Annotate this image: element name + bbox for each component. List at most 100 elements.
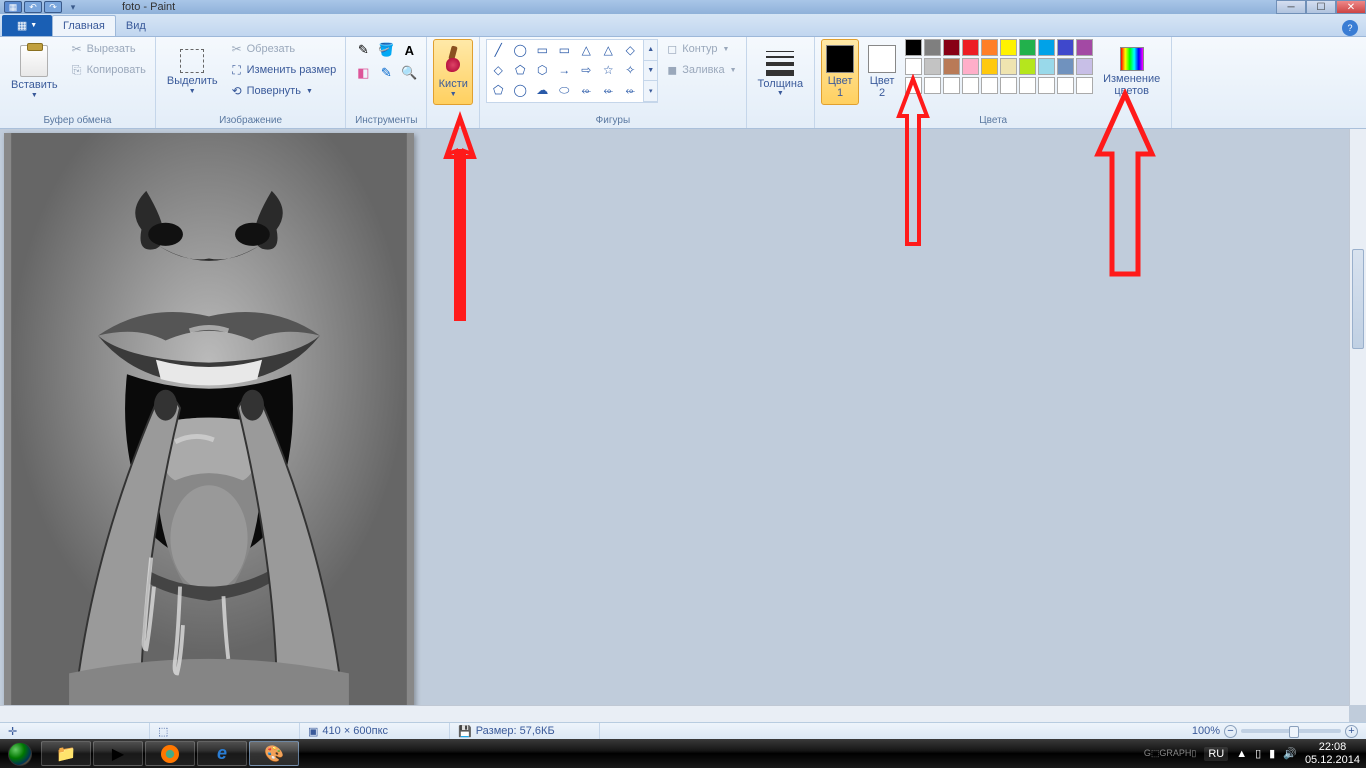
maximize-button[interactable]: ☐ [1306,0,1336,14]
qat-save-icon[interactable]: ▦ [4,1,22,13]
select-button[interactable]: Выделить ▼ [162,39,223,105]
zoom-slider[interactable] [1241,729,1341,733]
color-swatch[interactable] [1038,58,1055,75]
shape-item[interactable]: ◯ [511,82,529,98]
shape-item[interactable]: ✧ [621,62,639,78]
shapes-scroll[interactable]: ▲▼▾ [644,39,658,103]
shape-item[interactable]: ⬠ [511,62,529,78]
taskbar-mediaplayer[interactable]: ▶ [93,741,143,766]
shape-item[interactable]: △ [599,42,617,58]
color-swatch[interactable] [943,39,960,56]
taskbar-firefox[interactable] [145,741,195,766]
color-swatch[interactable] [1038,39,1055,56]
copy-button[interactable]: ⎘Копировать [67,60,149,80]
crop-button[interactable]: ✂Обрезать [227,39,340,59]
text-tool[interactable]: A [398,39,420,61]
outline-button[interactable]: ◻Контур▼ [662,39,739,59]
resize-button[interactable]: ⛶Изменить размер [227,60,340,80]
color-swatch[interactable] [943,58,960,75]
size-button[interactable]: Толщина ▼ [753,39,809,105]
color-swatch[interactable] [981,77,998,94]
taskbar-ie[interactable]: e [197,741,247,766]
canvas[interactable] [4,133,414,712]
shape-item[interactable]: ⬰ [599,82,617,98]
color-swatch[interactable] [1076,77,1093,94]
brushes-button[interactable]: Кисти ▼ [433,39,473,105]
help-button[interactable]: ? [1342,20,1358,36]
picker-tool[interactable]: ✎ [375,62,397,84]
color-swatch[interactable] [1057,77,1074,94]
tray-battery-icon[interactable]: ▮ [1269,747,1275,760]
color1-button[interactable]: Цвет 1 [821,39,859,105]
color-swatch[interactable] [1057,58,1074,75]
shape-item[interactable]: ▭ [555,42,573,58]
language-indicator[interactable]: RU [1204,747,1228,761]
minimize-button[interactable]: ─ [1276,0,1306,14]
color-swatch[interactable] [943,77,960,94]
close-button[interactable]: ✕ [1336,0,1366,14]
color-swatch[interactable] [924,77,941,94]
color-swatch[interactable] [1019,39,1036,56]
start-button[interactable] [0,739,40,768]
color-swatch[interactable] [1076,58,1093,75]
taskbar-paint[interactable]: 🎨 [249,741,299,766]
vertical-scrollbar[interactable] [1349,129,1366,705]
shapes-gallery[interactable]: ╱◯▭▭△△◇◇⬠⬡→⇨☆✧⬠◯☁⬭⬰⬰⬰ [486,39,644,103]
color-swatch[interactable] [905,58,922,75]
fill-button[interactable]: ◼Заливка▼ [662,60,739,80]
color-swatch[interactable] [1019,58,1036,75]
color-swatch[interactable] [981,58,998,75]
color-swatch[interactable] [962,39,979,56]
paste-button[interactable]: Вставить ▼ [6,39,63,105]
color-swatch[interactable] [1000,39,1017,56]
shape-item[interactable]: ⬭ [555,82,573,98]
color2-button[interactable]: Цвет 2 [863,39,901,105]
taskbar-explorer[interactable]: 📁 [41,741,91,766]
shape-item[interactable]: ⬰ [577,82,595,98]
shape-item[interactable]: ╱ [489,42,507,58]
shape-item[interactable]: ⇨ [577,62,595,78]
shape-item[interactable]: ☁ [533,82,551,98]
tab-home[interactable]: Главная [52,15,116,36]
color-swatch[interactable] [905,77,922,94]
shape-item[interactable]: △ [577,42,595,58]
shape-item[interactable]: ◇ [621,42,639,58]
shape-item[interactable]: ▭ [533,42,551,58]
eraser-tool[interactable]: ◧ [352,62,374,84]
shape-item[interactable]: ◇ [489,62,507,78]
color-swatch[interactable] [1019,77,1036,94]
zoom-out-button[interactable]: − [1224,725,1237,738]
tray-network-icon[interactable]: ▯ [1255,747,1261,760]
magnifier-tool[interactable]: 🔍 [398,62,420,84]
fill-tool[interactable]: 🪣 [375,39,397,61]
scrollbar-thumb[interactable] [1352,249,1364,349]
clock[interactable]: 22:08 05.12.2014 [1305,741,1360,765]
shape-item[interactable]: ◯ [511,42,529,58]
tray-volume-icon[interactable]: 🔊 [1283,747,1297,760]
edit-colors-button[interactable]: Изменение цветов [1098,39,1165,105]
color-swatch[interactable] [1057,39,1074,56]
shape-item[interactable]: ⬡ [533,62,551,78]
shape-item[interactable]: ☆ [599,62,617,78]
cut-button[interactable]: ✂Вырезать [67,39,149,59]
color-swatch[interactable] [905,39,922,56]
color-swatch[interactable] [962,58,979,75]
color-swatch[interactable] [1076,39,1093,56]
qat-customize-icon[interactable]: ▾ [64,1,82,13]
rotate-button[interactable]: ⟲Повернуть▼ [227,81,340,101]
tray-flag-icon[interactable]: ▲ [1236,748,1247,760]
file-tab[interactable]: ▦▼ [2,15,52,36]
pencil-tool[interactable]: ✎ [352,39,374,61]
horizontal-scrollbar[interactable] [0,705,1349,722]
color-swatch[interactable] [981,39,998,56]
shape-item[interactable]: ⬠ [489,82,507,98]
qat-redo-icon[interactable]: ↷ [44,1,62,13]
shape-item[interactable]: ⬰ [621,82,639,98]
color-swatch[interactable] [1038,77,1055,94]
tab-view[interactable]: Вид [116,15,156,36]
color-palette[interactable] [905,39,1094,95]
color-swatch[interactable] [962,77,979,94]
color-swatch[interactable] [1000,77,1017,94]
qat-undo-icon[interactable]: ↶ [24,1,42,13]
color-swatch[interactable] [924,58,941,75]
